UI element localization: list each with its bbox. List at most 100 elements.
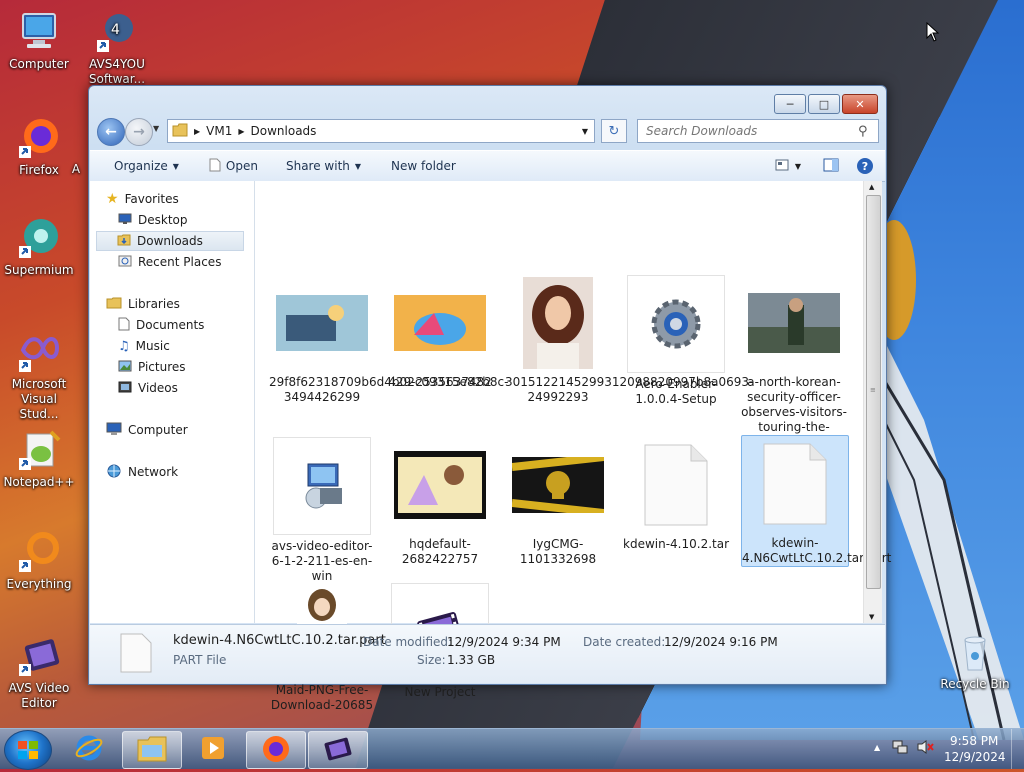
taskbar-avs-video-editor[interactable] <box>308 731 368 769</box>
refresh-button[interactable]: ↻ <box>601 119 627 143</box>
open-button[interactable]: Open <box>209 158 258 175</box>
file-item[interactable]: hqdefault-2682422757 <box>387 437 493 567</box>
file-item[interactable]: 3015122145299312098820997b8a0693-2499229… <box>505 275 753 405</box>
file-item[interactable]: 429-2535637482 <box>387 275 493 390</box>
nav-network[interactable]: Network <box>106 462 178 482</box>
details-type: PART File <box>173 653 227 667</box>
created-value: 12/9/2024 9:16 PM <box>664 635 778 649</box>
preview-pane-button[interactable] <box>823 158 839 175</box>
internet-explorer-icon <box>74 733 104 766</box>
view-options-button[interactable]: ▼ <box>775 159 801 174</box>
nav-favorites[interactable]: ★ Favorites <box>106 189 179 209</box>
blank-file-icon <box>747 436 843 532</box>
file-item-selected[interactable]: kdewin-4.N6CwtLtC.10.2.tar.part <box>741 435 891 567</box>
view-icon <box>775 159 789 174</box>
share-with-button[interactable]: Share with ▼ <box>286 159 361 173</box>
desktop-icon-computer[interactable]: Computer <box>0 10 78 72</box>
modified-label: Date modified: <box>363 635 453 649</box>
taskbar-firefox[interactable] <box>246 731 306 769</box>
share-with-label: Share with <box>285 159 350 173</box>
organize-label: Organize <box>114 159 168 173</box>
explorer-window: ─ □ ✕ ← → ▼ ▶ VM1 ▶ Downloads ▼ ↻ ⚲ Orga… <box>88 85 891 712</box>
nav-computer[interactable]: Computer <box>106 420 188 440</box>
file-item[interactable]: avs-video-editor-6-1-2-211-es-en-win <box>269 437 375 584</box>
image-thumbnail <box>392 437 488 533</box>
document-icon <box>209 158 221 175</box>
file-name: Maid-PNG-Free-Download-20685 <box>270 683 374 712</box>
desktop-icon-everything[interactable]: Everything <box>0 530 78 592</box>
nav-desktop[interactable]: Desktop <box>118 210 188 230</box>
installer-icon <box>273 437 371 535</box>
chevron-down-icon: ▼ <box>794 161 801 171</box>
avs-video-editor-icon <box>17 634 61 678</box>
desktop-icon-label: Computer <box>9 57 69 71</box>
image-thumbnail <box>510 275 606 371</box>
nav-pictures[interactable]: Pictures <box>118 357 186 377</box>
address-dropdown-icon[interactable]: ▼ <box>582 127 588 136</box>
network-status-icon[interactable] <box>892 739 908 758</box>
nav-label: Pictures <box>138 360 186 374</box>
help-button[interactable]: ? <box>857 158 873 174</box>
show-desktop-button[interactable] <box>1011 729 1024 769</box>
search-box[interactable]: ⚲ <box>637 119 879 143</box>
nav-documents[interactable]: Documents <box>118 315 204 335</box>
vertical-scrollbar[interactable]: ▲ ≡ ▼ <box>863 181 882 623</box>
desktop-icon-visual-studio[interactable]: Microsoft Visual Stud... <box>0 330 78 422</box>
file-item[interactable]: kdewin-4.10.2.tar <box>623 437 729 552</box>
start-button[interactable] <box>4 730 52 770</box>
chevron-down-icon: ▼ <box>172 161 179 171</box>
file-name: IygCMG-1101332698 <box>519 537 597 566</box>
volume-muted-icon[interactable] <box>916 739 934 758</box>
address-bar[interactable]: ▶ VM1 ▶ Downloads ▼ <box>167 119 595 143</box>
scroll-down-icon[interactable]: ▼ <box>869 613 874 621</box>
folder-icon <box>136 735 168 766</box>
nav-videos[interactable]: Videos <box>118 378 178 398</box>
media-player-icon <box>198 733 228 766</box>
chevron-down-icon: ▼ <box>354 161 362 171</box>
maximize-button[interactable]: □ <box>808 94 840 114</box>
close-button[interactable]: ✕ <box>842 94 878 114</box>
forward-button[interactable]: → <box>125 118 153 146</box>
nav-recent-places[interactable]: Recent Places <box>118 252 221 272</box>
image-thumbnail <box>274 275 370 371</box>
desktop-icon-supermium[interactable]: Supermium <box>0 216 78 278</box>
firefox-icon <box>17 116 61 160</box>
desktop-icon-avs4you[interactable]: 4 AVS4YOU Softwar... <box>78 10 156 87</box>
organize-button[interactable]: Organize ▼ <box>114 159 179 173</box>
file-item[interactable]: Aero-Enabler-1.0.0.4-Setup <box>623 275 729 407</box>
minimize-button[interactable]: ─ <box>774 94 806 114</box>
back-button[interactable]: ← <box>97 118 125 146</box>
size-label: Size: <box>417 653 446 667</box>
file-item[interactable]: IygCMG-1101332698 <box>505 437 611 567</box>
clock-date[interactable]: 12/9/2024 <box>944 750 1006 764</box>
nav-libraries[interactable]: Libraries <box>106 294 180 314</box>
breadcrumb-vm1[interactable]: VM1 <box>206 124 232 138</box>
taskbar-media-player[interactable] <box>184 731 242 767</box>
desktop-icon-notepadpp[interactable]: Notepad++ <box>0 428 78 490</box>
firefox-icon <box>261 734 291 767</box>
nav-downloads[interactable]: Downloads <box>96 231 244 251</box>
nav-music[interactable]: ♫ Music <box>118 336 170 356</box>
scroll-up-icon[interactable]: ▲ <box>869 183 874 191</box>
created-label: Date created: <box>583 635 666 649</box>
clock-time[interactable]: 9:58 PM <box>950 734 998 748</box>
file-item[interactable]: 29f8f62318709b6d4b02c09315e82b8c-3494426… <box>269 275 508 405</box>
recent-pages-dropdown-icon[interactable]: ▼ <box>153 124 159 133</box>
file-name: Aero-Enabler-1.0.0.4-Setup <box>635 377 717 406</box>
file-name: New Project <box>404 685 476 699</box>
breadcrumb-downloads[interactable]: Downloads <box>251 124 317 138</box>
search-icon[interactable]: ⚲ <box>858 124 868 139</box>
desktop-icon-avs-video-editor[interactable]: AVS Video Editor <box>0 634 78 711</box>
open-label: Open <box>225 159 258 173</box>
taskbar-internet-explorer[interactable] <box>60 731 118 767</box>
taskbar-file-explorer[interactable] <box>122 731 182 769</box>
show-hidden-icons-icon[interactable]: ▲ <box>874 743 880 752</box>
file-item[interactable]: a-north-korean-security-officer-observes… <box>741 275 847 450</box>
pictures-icon <box>118 360 132 375</box>
desktop-icon-recycle-bin[interactable]: Recycle Bin <box>936 630 1014 692</box>
file-name: avs-video-editor-6-1-2-211-es-en-win <box>271 539 373 583</box>
file-name: hqdefault-2682422757 <box>401 537 479 566</box>
search-input[interactable] <box>644 123 858 139</box>
new-folder-button[interactable]: New folder <box>391 159 456 173</box>
scrollbar-thumb[interactable]: ≡ <box>866 195 881 589</box>
